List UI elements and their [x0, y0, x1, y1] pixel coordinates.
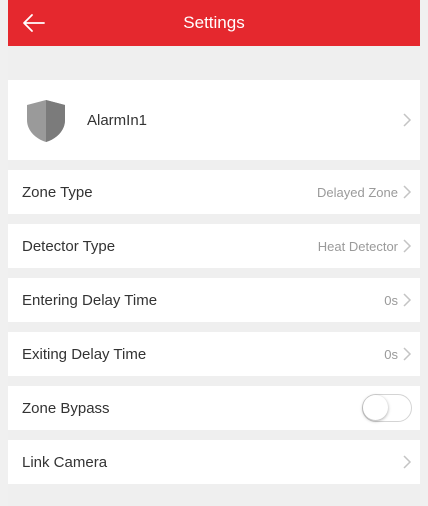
entering-delay-value: 0s — [384, 293, 398, 308]
toggle-knob — [363, 395, 388, 420]
link-camera-label: Link Camera — [22, 454, 108, 471]
zone-bypass-row: Zone Bypass — [8, 386, 420, 430]
link-camera-row[interactable]: Link Camera — [8, 440, 420, 484]
chevron-right-icon — [403, 347, 412, 361]
detector-type-label: Detector Type — [22, 238, 116, 255]
page-title: Settings — [183, 13, 245, 32]
zone-type-row[interactable]: Zone Type Delayed Zone — [8, 170, 420, 214]
zone-type-value: Delayed Zone — [317, 185, 398, 200]
device-name: AlarmIn1 — [87, 112, 148, 129]
zone-bypass-label: Zone Bypass — [22, 400, 110, 417]
exiting-delay-label: Exiting Delay Time — [22, 346, 147, 363]
device-row[interactable]: AlarmIn1 — [8, 80, 420, 160]
exiting-delay-row[interactable]: Exiting Delay Time 0s — [8, 332, 420, 376]
zone-bypass-toggle[interactable] — [362, 394, 412, 422]
entering-delay-label: Entering Delay Time — [22, 292, 158, 309]
chevron-right-icon — [403, 239, 412, 253]
entering-delay-row[interactable]: Entering Delay Time 0s — [8, 278, 420, 322]
detector-type-value: Heat Detector — [317, 239, 398, 254]
chevron-right-icon — [403, 113, 412, 127]
shield-icon — [27, 100, 65, 142]
chevron-right-icon — [403, 455, 412, 469]
chevron-right-icon — [403, 293, 412, 307]
chevron-right-icon — [403, 185, 412, 199]
detector-type-row[interactable]: Detector Type Heat Detector — [8, 224, 420, 268]
zone-type-label: Zone Type — [22, 184, 93, 201]
exiting-delay-value: 0s — [384, 347, 398, 362]
nav-bar: Settings — [8, 0, 420, 46]
settings-screen: Settings AlarmIn1 Zone Type Delayed Zone… — [8, 0, 420, 506]
